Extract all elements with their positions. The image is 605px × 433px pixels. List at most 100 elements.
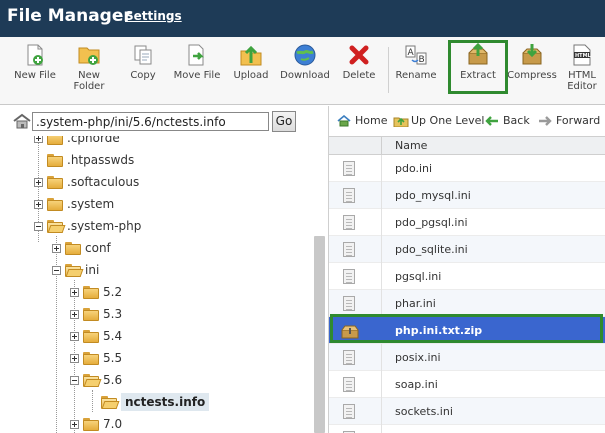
tree-item-5-2[interactable]: 5.2 [70,281,122,303]
forward-label: Forward [556,114,601,127]
folder-icon [47,153,63,167]
tree-item-cphorde[interactable]: .cphorde [34,136,120,149]
settings-link[interactable]: Settings [125,9,182,23]
expand-icon[interactable] [70,331,79,341]
file-list-header: Name [329,136,605,156]
tree-item-softaculous[interactable]: .softaculous [34,171,139,193]
folder-icon [83,307,99,321]
text-file-icon [343,188,357,204]
text-file-icon [343,350,357,366]
file-row[interactable]: pdo_pgsql.ini [329,209,605,236]
delete-icon [347,43,371,67]
copy-button[interactable]: Copy [115,43,171,81]
forward-arrow-icon [538,115,552,127]
svg-text:HTML: HTML [575,53,592,59]
tree-item-7-0[interactable]: 7.0 [70,413,122,433]
collapse-icon[interactable] [52,265,61,275]
compress-icon [520,43,544,67]
expand-icon[interactable] [70,309,79,319]
name-column-header[interactable]: Name [395,139,427,152]
folder-tree: .cphorde .htpasswds .softaculous .system… [0,136,328,433]
up-one-level-label: Up One Level [411,114,485,127]
move-file-icon [185,43,209,67]
path-input[interactable] [32,112,269,131]
text-file-icon [343,296,357,312]
folder-icon [83,285,99,299]
expand-icon[interactable] [34,177,43,187]
back-button[interactable]: Back [485,114,530,127]
delete-button[interactable]: Delete [331,43,387,81]
tree-item-system-php[interactable]: .system-php [34,215,141,237]
svg-text:B: B [419,55,425,65]
back-arrow-icon [485,115,499,127]
download-icon [293,43,317,67]
file-row[interactable]: pdo.ini [329,155,605,182]
expand-icon[interactable] [70,287,79,297]
path-bar: Go [0,106,328,136]
open-folder-icon [101,395,120,409]
file-row[interactable]: soap.ini [329,371,605,398]
file-row[interactable]: posix.ini [329,344,605,371]
file-row[interactable]: phar.ini [329,290,605,317]
tree-guide [92,390,93,412]
compress-button[interactable]: Compress [504,43,560,81]
new-folder-icon [77,43,101,67]
text-file-icon [343,215,357,231]
header-bar: File Manager Settings [0,0,605,37]
tree-item-htpasswds[interactable]: .htpasswds [34,149,134,171]
text-file-icon [343,404,357,420]
html-editor-button[interactable]: HTML HTML Editor [554,43,605,92]
upload-icon [239,43,263,67]
tree-item-5-6[interactable]: 5.6 [70,369,122,391]
svg-text:A: A [408,48,415,58]
back-label: Back [503,114,530,127]
new-folder-button[interactable]: New Folder [61,43,117,92]
tree-item-system[interactable]: .system [34,193,114,215]
expand-icon[interactable] [52,243,61,253]
tree-item-5-4[interactable]: 5.4 [70,325,122,347]
tree-scrollbar[interactable] [314,236,325,433]
go-button[interactable]: Go [272,111,296,132]
expand-icon[interactable] [34,199,43,209]
new-file-button[interactable]: New File [7,43,63,81]
tree-item-ini[interactable]: ini [52,259,99,281]
move-file-label: Move File [173,70,221,81]
new-file-label: New File [14,70,56,81]
file-row[interactable]: sockets.ini [329,398,605,425]
file-row[interactable] [329,425,605,433]
move-file-button[interactable]: Move File [169,43,225,81]
download-button[interactable]: Download [277,43,333,81]
open-folder-icon [65,263,84,277]
tree-item-conf[interactable]: conf [52,237,111,259]
tree-item-5-5[interactable]: 5.5 [70,347,122,369]
text-file-icon [343,242,357,258]
upload-button[interactable]: Upload [223,43,279,81]
copy-icon [131,43,155,67]
folder-icon [83,351,99,365]
tree-item-nctests-info[interactable]: nctests.info [101,391,210,413]
upload-label: Upload [233,70,269,81]
collapse-icon[interactable] [34,221,43,231]
folder-icon [47,197,63,211]
home-icon[interactable] [12,113,32,129]
collapse-icon[interactable] [70,375,79,385]
rename-label: Rename [395,70,437,81]
file-row[interactable]: pdo_sqlite.ini [329,236,605,263]
up-one-level-button[interactable]: Up One Level [393,114,484,127]
html-editor-icon: HTML [570,43,594,67]
download-label: Download [280,70,330,81]
home-icon [337,114,351,127]
home-nav-button[interactable]: Home [337,114,387,127]
folder-icon [83,329,99,343]
text-file-icon [343,377,357,393]
tree-item-5-3[interactable]: 5.3 [70,303,122,325]
expand-icon[interactable] [70,419,79,429]
file-row[interactable]: pgsql.ini [329,263,605,290]
file-row[interactable]: pdo_mysql.ini [329,182,605,209]
new-file-icon [23,43,47,67]
expand-icon[interactable] [34,136,43,143]
extract-highlight [448,40,508,94]
rename-button[interactable]: AB Rename [388,43,444,81]
expand-icon[interactable] [70,353,79,363]
forward-button[interactable]: Forward [538,114,600,127]
